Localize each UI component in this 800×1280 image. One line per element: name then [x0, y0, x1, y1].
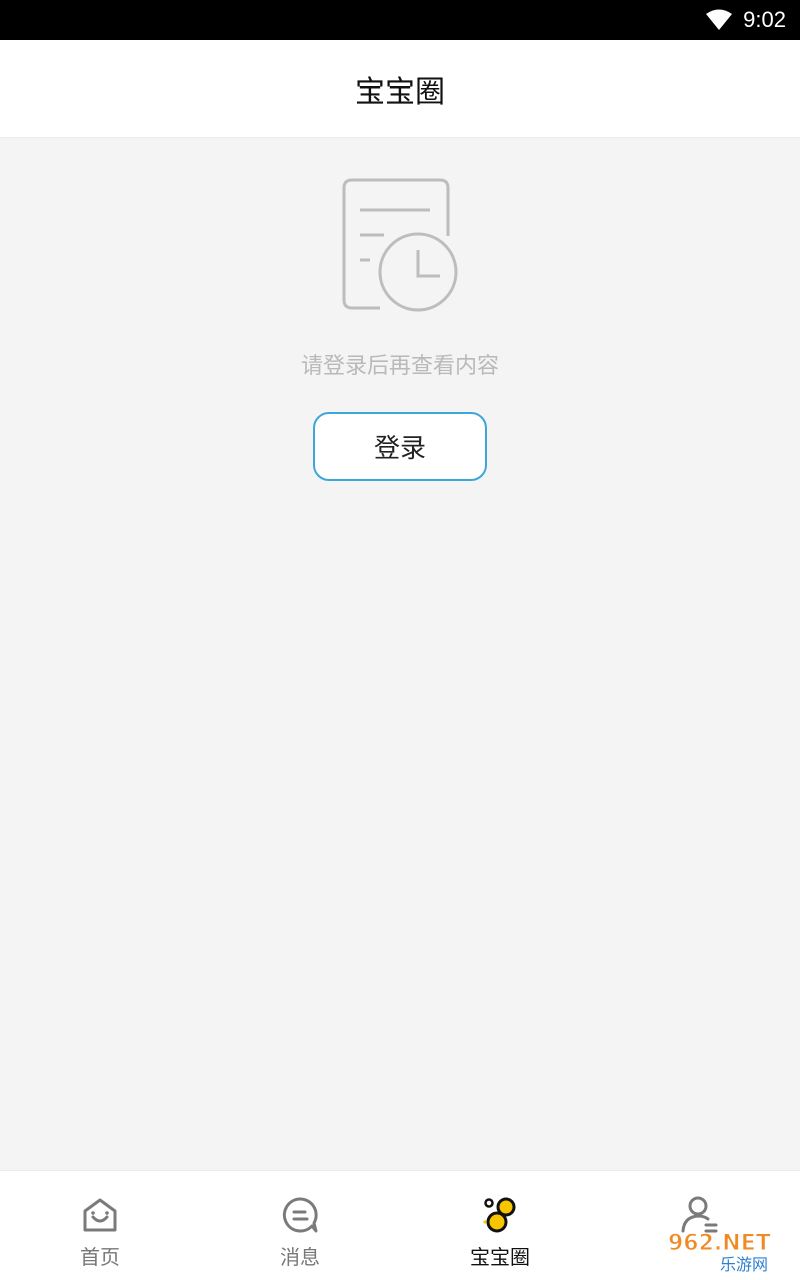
login-button[interactable]: 登录	[313, 412, 487, 481]
home-icon	[80, 1195, 120, 1235]
watermark-sub-text: 乐游网	[720, 1255, 768, 1274]
baby-circle-icon	[480, 1195, 520, 1235]
status-time: 9:02	[743, 7, 786, 32]
app-header: 宝宝圈	[0, 40, 800, 138]
tab-label-baby-circle: 宝宝圈	[470, 1245, 530, 1269]
wifi-icon	[705, 9, 733, 31]
status-bar: 9:02	[0, 0, 800, 40]
document-clock-icon	[340, 178, 460, 314]
tab-home[interactable]: 首页	[0, 1171, 200, 1280]
tab-label-home: 首页	[80, 1245, 120, 1269]
login-prompt-text: 请登录后再查看内容	[300, 354, 499, 379]
tab-baby-circle[interactable]: 宝宝圈	[400, 1171, 600, 1280]
main-content: 请登录后再查看内容 登录	[0, 138, 800, 1170]
tab-label-messages: 消息	[280, 1245, 320, 1269]
watermark-main-text: 962.NET	[668, 1231, 771, 1256]
message-icon	[280, 1195, 320, 1235]
tab-messages[interactable]: 消息	[200, 1171, 400, 1280]
site-watermark-logo: 962.NET 乐游网	[664, 1226, 794, 1275]
page-title: 宝宝圈	[355, 74, 445, 110]
